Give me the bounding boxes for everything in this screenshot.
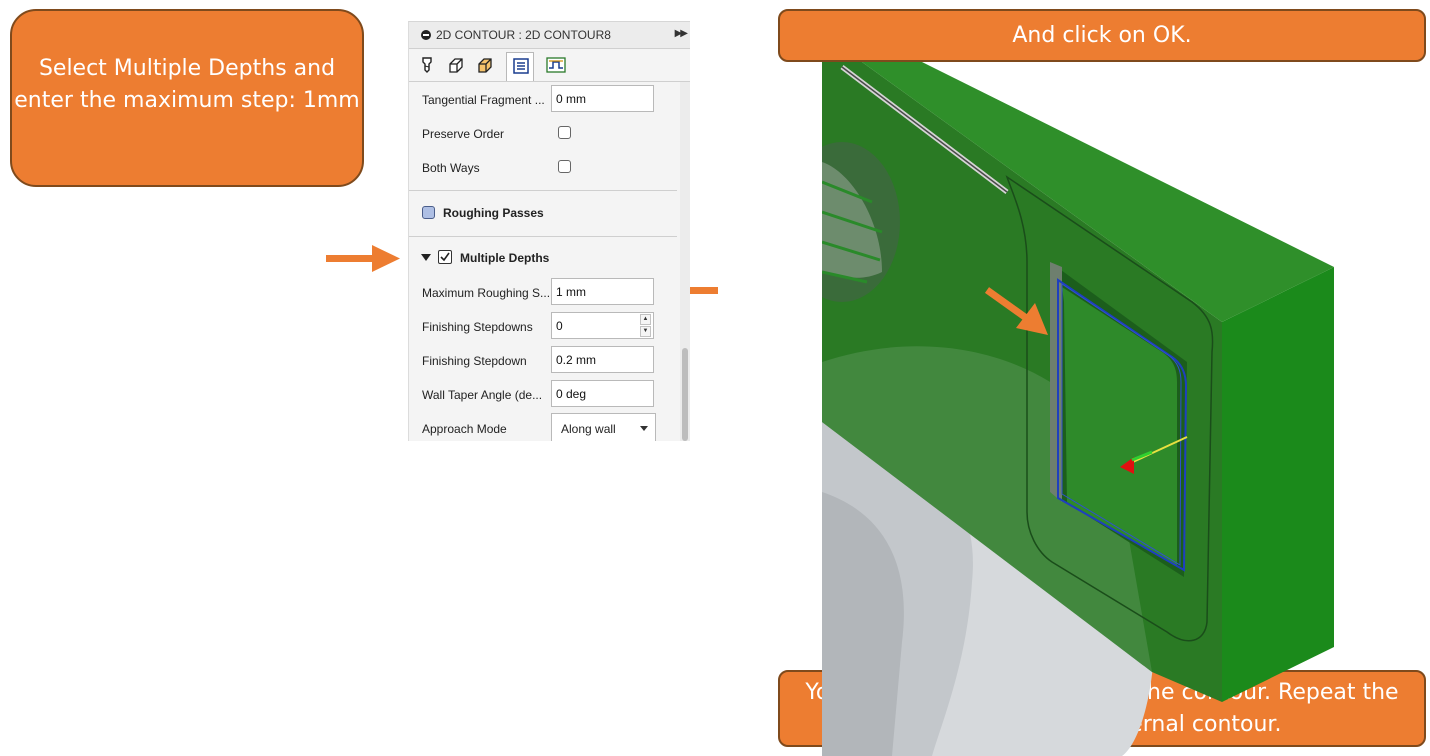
finishing-stepdowns-stepper[interactable]: 0 ▲ ▼ <box>551 312 654 339</box>
passes-icon <box>513 58 529 74</box>
stepper-up-icon[interactable]: ▲ <box>640 314 651 325</box>
finishing-stepdowns-label: Finishing Stepdowns <box>422 320 533 334</box>
tab-geometry[interactable] <box>442 52 470 78</box>
section-divider <box>409 236 677 237</box>
collapse-triangle-icon[interactable] <box>421 254 431 261</box>
max-roughing-label: Maximum Roughing S... <box>422 286 551 300</box>
instruction-callout-top: And click on OK. <box>778 9 1426 62</box>
chevron-down-icon <box>640 426 648 431</box>
finishing-stepdown-label: Finishing Stepdown <box>422 354 527 368</box>
both-ways-checkbox[interactable] <box>558 160 571 173</box>
stepper-down-icon[interactable]: ▼ <box>640 326 651 337</box>
finishing-stepdowns-value: 0 <box>556 319 563 333</box>
cad-3d-viewport[interactable] <box>822 62 1334 756</box>
panel-scrollbar[interactable] <box>680 82 690 441</box>
tangential-fragment-label: Tangential Fragment ... <box>422 93 545 107</box>
instruction-callout-left: Select Multiple Depths and enter the max… <box>10 9 364 187</box>
wall-taper-label: Wall Taper Angle (de... <box>422 388 543 402</box>
max-roughing-field[interactable]: 1 mm <box>551 278 654 305</box>
tab-passes[interactable] <box>506 52 534 81</box>
contour-dialog-panel: 2D CONTOUR : 2D CONTOUR8 ▶▶ Tangential F… <box>408 21 690 441</box>
finishing-stepdown-field[interactable]: 0.2 mm <box>551 346 654 373</box>
collapse-panel-icon[interactable] <box>421 30 431 40</box>
tab-linking[interactable] <box>541 52 569 78</box>
preserve-order-checkbox[interactable] <box>558 126 571 139</box>
plate-side-face <box>1222 267 1334 702</box>
tangential-fragment-field[interactable]: 0 mm <box>551 85 654 112</box>
tab-heights[interactable] <box>471 52 499 78</box>
approach-mode-select[interactable]: Along wall <box>551 413 656 441</box>
wall-taper-field[interactable]: 0 deg <box>551 380 654 407</box>
expand-panel-icon[interactable]: ▶▶ <box>675 28 688 39</box>
tab-tool[interactable] <box>413 52 441 78</box>
multiple-depths-checkbox[interactable] <box>438 250 452 264</box>
arrow-right-icon <box>326 245 400 272</box>
approach-mode-value: Along wall <box>561 422 616 436</box>
scrollbar-thumb[interactable] <box>682 348 688 441</box>
geometry-icon <box>449 58 463 73</box>
heights-icon <box>478 58 492 73</box>
multiple-depths-title: Multiple Depths <box>460 251 550 265</box>
checkmark-icon <box>440 252 450 262</box>
panel-title: 2D CONTOUR : 2D CONTOUR8 <box>436 28 611 42</box>
preserve-order-label: Preserve Order <box>422 127 505 141</box>
both-ways-label: Both Ways <box>422 161 480 175</box>
section-divider <box>409 190 677 191</box>
panel-tab-row <box>409 49 690 82</box>
roughing-passes-title: Roughing Passes <box>443 206 544 220</box>
panel-header: 2D CONTOUR : 2D CONTOUR8 ▶▶ <box>409 22 690 49</box>
approach-mode-label: Approach Mode <box>422 422 507 436</box>
linking-icon <box>546 57 566 73</box>
roughing-passes-checkbox[interactable] <box>422 206 435 219</box>
tool-icon <box>422 57 432 73</box>
